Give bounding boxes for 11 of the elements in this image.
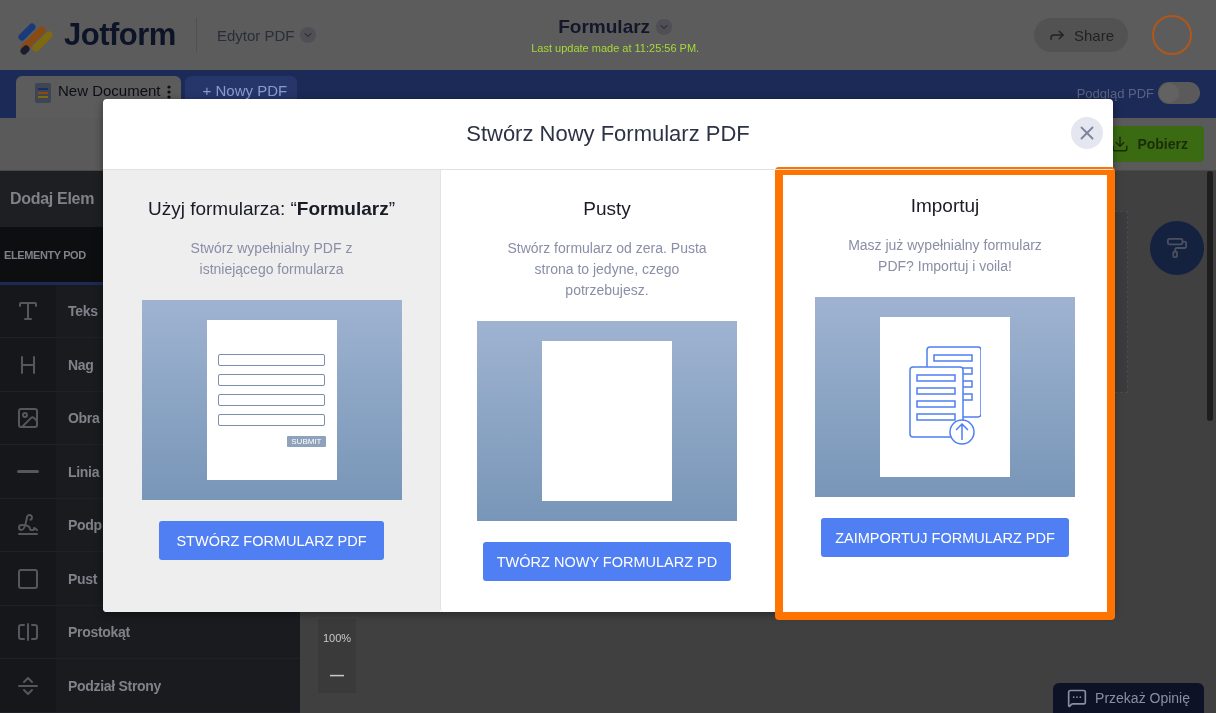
option-description: Masz już wypełnialny formularz PDF? Importuj i voila! — [847, 236, 1043, 276]
option-title: Importuj — [910, 195, 980, 217]
zoom-level: 100% — [321, 631, 353, 646]
submit-label: SUBMIT — [287, 435, 326, 447]
modal-title: Stwórz Nowy Formularz PDF — [466, 121, 750, 147]
logo-text: Jotform — [64, 17, 176, 53]
toggle-label: Podgląd PDF — [1076, 85, 1154, 101]
last-update-text: Last update made at 11:25:56 PM. — [531, 42, 700, 54]
option-title: Pusty — [583, 198, 631, 220]
option-description: Stwórz formularz od zera. Pusta strona to jedyne, czego potrzebujesz. — [506, 239, 708, 300]
option-description: Stwórz wypełnialny PDF z istniejącego formularza — [189, 239, 354, 279]
